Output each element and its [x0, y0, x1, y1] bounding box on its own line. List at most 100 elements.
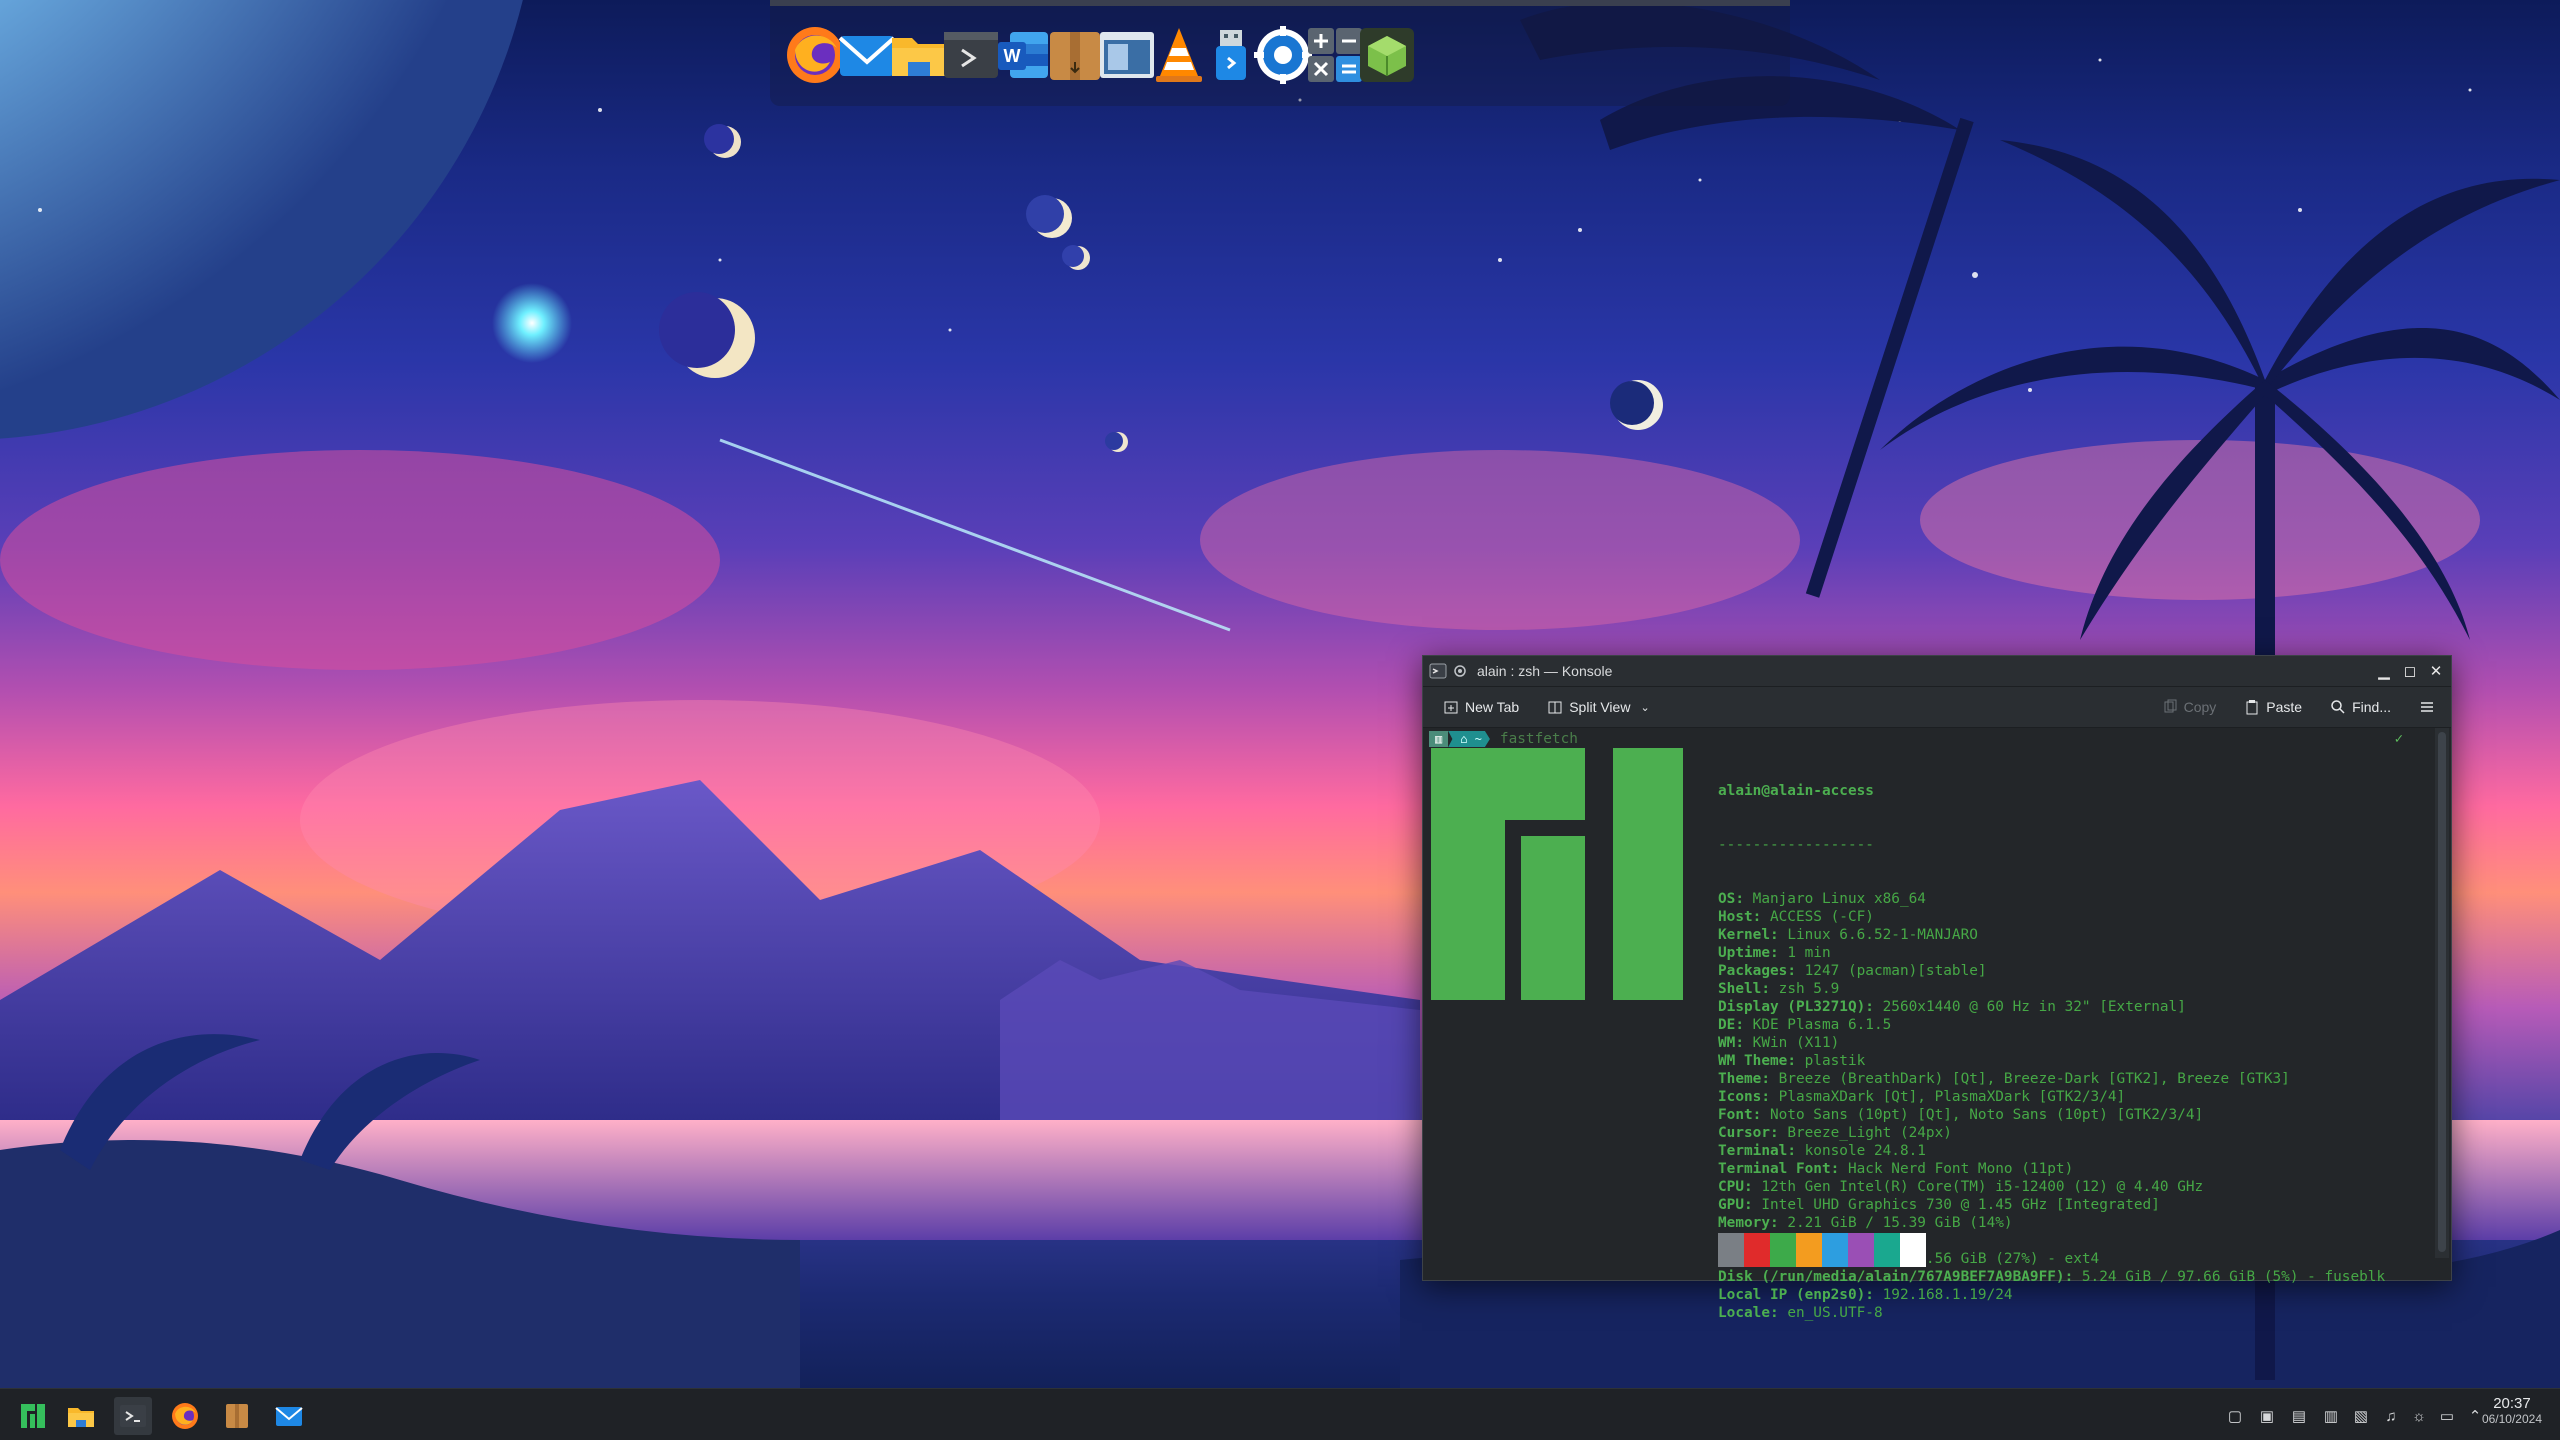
- info-value: 1 min: [1787, 945, 1831, 961]
- prompt-command: fastfetch: [1499, 731, 1578, 747]
- user-host: alain@alain-access: [1718, 783, 1874, 799]
- info-value: PlasmaXDark [Qt], PlasmaXDark [GTK2/3/4]: [1778, 1089, 2126, 1105]
- info-key: Locale: [1718, 1305, 1770, 1321]
- palette-swatch: [1822, 1233, 1848, 1267]
- info-row: Icons: PlasmaXDark [Qt], PlasmaXDark [GT…: [1718, 1089, 2126, 1105]
- find-button[interactable]: Find...: [2322, 695, 2399, 719]
- tray-notifications-icon[interactable]: ▧: [2350, 1405, 2372, 1427]
- prompt-status-check-icon: ✓: [2394, 731, 2403, 747]
- split-view-button[interactable]: Split View ⌄: [1539, 695, 1657, 719]
- taskbar-files-button[interactable]: [62, 1397, 100, 1435]
- info-value: 12th Gen Intel(R) Core(TM) i5-12400 (12)…: [1761, 1179, 2204, 1195]
- info-key: Local IP (enp2s0): [1718, 1287, 1866, 1303]
- info-row: Memory: 2.21 GiB / 15.39 GiB (14%): [1718, 1215, 2013, 1231]
- close-icon: ✕: [2429, 663, 2443, 680]
- info-key: Disk (/run/media/alain/767A9BEF7A9BA9FF): [1718, 1269, 2065, 1285]
- tray-clipboard-icon[interactable]: ▥: [2320, 1405, 2342, 1427]
- info-value: 5.24 GiB / 97.66 GiB (5%) - fuseblk: [2081, 1269, 2386, 1285]
- info-key: Kernel: [1718, 927, 1770, 943]
- info-row: Kernel: Linux 6.6.52-1-MANJARO: [1718, 927, 1978, 943]
- info-row: Cursor: Breeze_Light (24px): [1718, 1125, 1952, 1141]
- info-row: Packages: 1247 (pacman)[stable]: [1718, 963, 1987, 979]
- split-view-icon: [1548, 701, 1562, 714]
- tray-archive-icon[interactable]: ▤: [2288, 1405, 2310, 1427]
- paste-icon: [2246, 700, 2258, 715]
- tray-konsole-icon[interactable]: ▣: [2256, 1405, 2278, 1427]
- show-desktop-icon[interactable]: ▢: [2224, 1405, 2246, 1427]
- folder-icon: [68, 1408, 94, 1427]
- scrollbar-thumb[interactable]: [2438, 732, 2446, 1252]
- info-row: Host: ACCESS (-CF): [1718, 909, 1874, 925]
- tray-audio-icon[interactable]: ♫: [2380, 1405, 2402, 1427]
- terminal-icon: [120, 1405, 146, 1427]
- info-key: Shell: [1718, 981, 1762, 997]
- hamburger-menu-icon: [2421, 702, 2433, 712]
- new-tab-icon: [1444, 701, 1458, 714]
- palette-swatch: [1718, 1233, 1744, 1267]
- info-row: Terminal: konsole 24.8.1: [1718, 1143, 1926, 1159]
- manjaro-menu-button[interactable]: [14, 1397, 52, 1435]
- info-key: Uptime: [1718, 945, 1770, 961]
- paste-button[interactable]: Paste: [2236, 695, 2310, 719]
- clock[interactable]: 20:37 06/10/2024: [2482, 1395, 2542, 1426]
- info-key: WM: [1718, 1035, 1736, 1051]
- tray-display-icon[interactable]: ▭: [2436, 1405, 2458, 1427]
- chevron-down-icon: ⌄: [1640, 701, 1650, 714]
- taskbar: ▢ ▣ ▤ ▥ ▧ ♫ ☼ ▭ ⌃ 20:37 06/10/2024: [0, 1388, 2560, 1440]
- hamburger-menu-button[interactable]: [2411, 695, 2443, 719]
- konsole-app-icon[interactable]: [1429, 662, 1447, 680]
- info-value: zsh 5.9: [1778, 981, 1840, 997]
- color-palette: [1718, 1233, 1926, 1267]
- info-value: plastik: [1804, 1053, 1866, 1069]
- info-value: Linux 6.6.52-1-MANJARO: [1787, 927, 1978, 943]
- copy-button[interactable]: Copy: [2154, 695, 2225, 719]
- archive-icon: [226, 1404, 248, 1428]
- prompt-dir-segment: ⌂ ~: [1448, 731, 1490, 747]
- taskbar-mail-button[interactable]: [270, 1397, 308, 1435]
- maximize-button[interactable]: ◻: [2399, 660, 2421, 682]
- minimize-button[interactable]: ▁: [2373, 660, 2395, 682]
- info-value: Intel UHD Graphics 730 @ 1.45 GHz [Integ…: [1761, 1197, 2160, 1213]
- terminal-output[interactable]: ▥ ⌂ ~ fastfetch ✓ alain@alain-access ---…: [1423, 728, 2431, 1321]
- info-key: Memory: [1718, 1215, 1770, 1231]
- terminal-scrollbar[interactable]: [2435, 728, 2449, 1258]
- palette-swatch: [1744, 1233, 1770, 1267]
- taskbar-archive-button[interactable]: [218, 1397, 256, 1435]
- taskbar-konsole-button[interactable]: [114, 1397, 152, 1435]
- pin-icon[interactable]: [1453, 664, 1467, 678]
- palette-swatch: [1770, 1233, 1796, 1267]
- new-tab-button[interactable]: New Tab: [1435, 695, 1527, 719]
- dock-package-icon[interactable]: [1354, 22, 1420, 88]
- search-icon: [2331, 700, 2345, 714]
- info-row: Terminal Font: Hack Nerd Font Mono (11pt…: [1718, 1161, 2074, 1177]
- info-value: KWin (X11): [1752, 1035, 1840, 1051]
- info-row: Locale: en_US.UTF-8: [1718, 1305, 1883, 1321]
- copy-label: Copy: [2183, 699, 2217, 715]
- info-value: KDE Plasma 6.1.5: [1752, 1017, 1892, 1033]
- firefox-icon: [172, 1403, 198, 1429]
- copy-icon: [2164, 699, 2177, 713]
- close-button[interactable]: ✕: [2425, 660, 2447, 682]
- info-row: DE: KDE Plasma 6.1.5: [1718, 1017, 1892, 1033]
- maximize-icon: ◻: [2403, 663, 2417, 680]
- konsole-window[interactable]: alain : zsh — Konsole ▁ ◻ ✕ New Tab Spli…: [1422, 655, 2452, 1321]
- taskbar-firefox-button[interactable]: [166, 1397, 204, 1435]
- tray-brightness-icon[interactable]: ☼: [2408, 1405, 2430, 1427]
- info-separator: ------------------: [1718, 837, 1874, 853]
- find-label: Find...: [2352, 699, 2391, 715]
- info-row: Theme: Breeze (BreathDark) [Qt], Breeze-…: [1718, 1071, 2290, 1087]
- info-key: Terminal Font: [1718, 1161, 1831, 1177]
- clock-date: 06/10/2024: [2481, 1412, 2542, 1426]
- info-row: Shell: zsh 5.9: [1718, 981, 1840, 997]
- info-value: Manjaro Linux x86_64: [1752, 891, 1926, 907]
- window-titlebar[interactable]: alain : zsh — Konsole ▁ ◻ ✕: [1423, 656, 2451, 687]
- info-key: Icons: [1718, 1089, 1762, 1105]
- info-key: GPU: [1718, 1197, 1744, 1213]
- info-value: 2.21 GiB / 15.39 GiB (14%): [1787, 1215, 2013, 1231]
- konsole-toolbar: New Tab Split View ⌄ Copy Paste Find...: [1423, 687, 2451, 728]
- info-key: Cursor: [1718, 1125, 1770, 1141]
- info-key: Display (PL3271Q): [1718, 999, 1866, 1015]
- prompt-os-segment: ▥: [1429, 731, 1449, 747]
- info-value: 1247 (pacman)[stable]: [1804, 963, 1987, 979]
- info-key: DE: [1718, 1017, 1736, 1033]
